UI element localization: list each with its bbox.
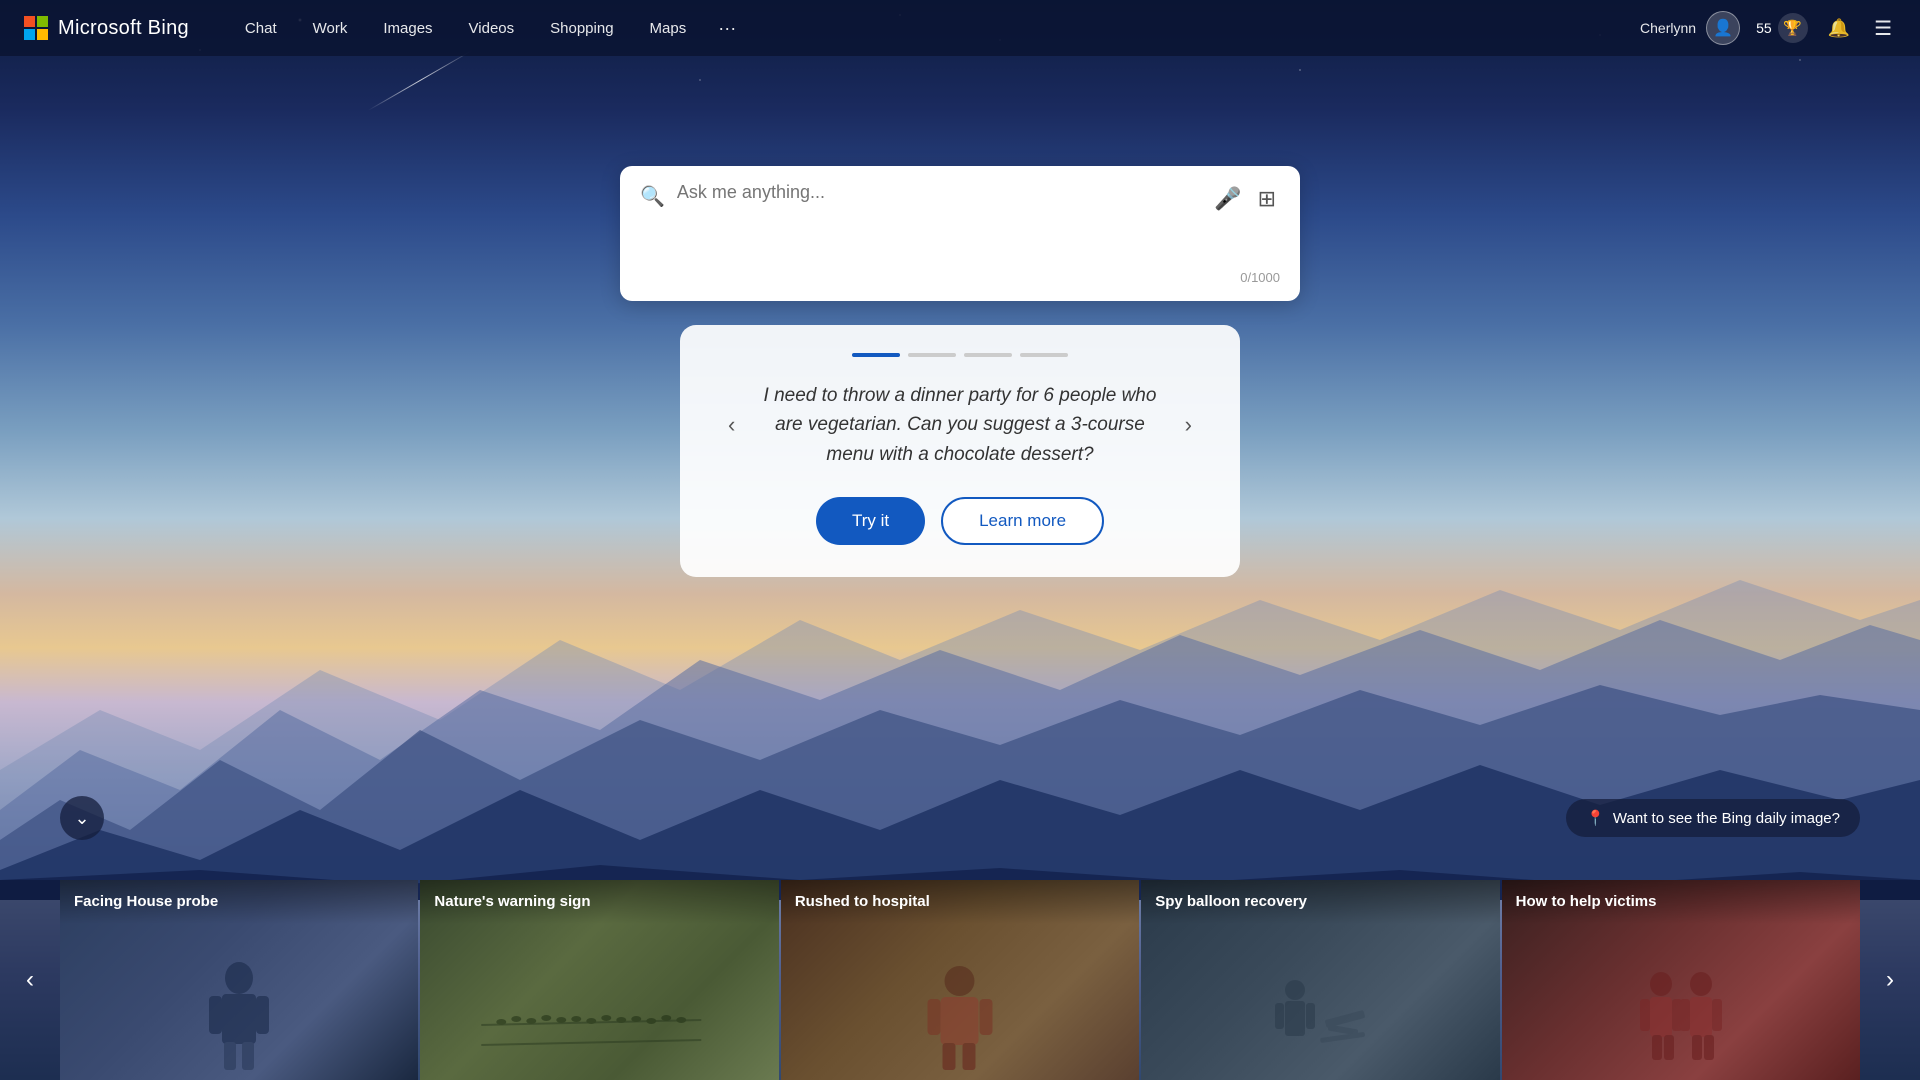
news-card-1-figure [204, 960, 274, 1070]
news-card-3-title: Rushed to hospital [781, 880, 1139, 924]
suggestion-next-button[interactable]: › [1177, 408, 1200, 442]
chevron-down-icon: ⌄ [74, 808, 89, 829]
ms-logo-green [37, 16, 48, 27]
microphone-button[interactable]: 🎤 [1210, 182, 1245, 216]
news-card-3-figure [923, 965, 998, 1070]
news-card-2-title: Nature's warning sign [420, 880, 778, 924]
nav-shopping[interactable]: Shopping [534, 14, 629, 43]
news-card-4-figure [1270, 975, 1370, 1065]
news-strip: ‹ Facing House probe [0, 880, 1920, 1080]
news-prev-icon: ‹ [26, 966, 34, 994]
image-search-button[interactable]: ⊞ [1254, 182, 1280, 216]
scroll-down-button[interactable]: ⌄ [60, 796, 104, 840]
news-prev-button[interactable]: ‹ [0, 880, 60, 1080]
microsoft-logo [24, 16, 48, 40]
news-card-spy-balloon[interactable]: Spy balloon recovery [1141, 880, 1499, 1080]
navbar-right: Cherlynn 👤 55 🏆 🔔 ☰ [1640, 11, 1896, 45]
news-card-4-title: Spy balloon recovery [1141, 880, 1499, 924]
username-label: Cherlynn [1640, 20, 1696, 36]
hamburger-menu-icon[interactable]: ☰ [1870, 12, 1896, 45]
news-card-natures-warning[interactable]: Nature's warning sign [420, 880, 778, 1080]
search-icon: 🔍 [640, 184, 665, 209]
news-card-1-title: Facing House probe [60, 880, 418, 924]
suggestion-card: ‹ I need to throw a dinner party for 6 p… [680, 325, 1240, 577]
news-card-help-victims[interactable]: How to help victims [1502, 880, 1860, 1080]
suggestion-nav: ‹ I need to throw a dinner party for 6 p… [720, 381, 1200, 469]
ms-logo-red [24, 16, 35, 27]
daily-image-label: Want to see the Bing daily image? [1613, 810, 1840, 827]
nav-maps[interactable]: Maps [634, 14, 703, 43]
nav-more-button[interactable]: ··· [706, 12, 748, 45]
suggestion-text: I need to throw a dinner party for 6 peo… [763, 381, 1156, 469]
trophy-icon: 🏆 [1778, 13, 1808, 43]
daily-image-button[interactable]: 📍 Want to see the Bing daily image? [1566, 799, 1860, 837]
news-card-facing-house-probe[interactable]: Facing House probe [60, 880, 418, 1080]
learn-more-button[interactable]: Learn more [941, 497, 1104, 545]
brand-name: Microsoft Bing [58, 17, 189, 40]
news-next-icon: › [1886, 966, 1894, 994]
news-card-rushed-hospital[interactable]: Rushed to hospital [781, 880, 1139, 1080]
main-nav: Chat Work Images Videos Shopping Maps ··… [229, 12, 1640, 45]
dot-1 [852, 353, 900, 357]
news-card-5-figure [1636, 970, 1726, 1070]
navbar: Microsoft Bing Chat Work Images Videos S… [0, 0, 1920, 56]
rewards-badge[interactable]: 55 🏆 [1756, 13, 1808, 43]
news-cards: Facing House probe [60, 880, 1860, 1080]
dot-2 [908, 353, 956, 357]
ms-logo-blue [24, 29, 35, 40]
dot-3 [964, 353, 1012, 357]
avatar: 👤 [1706, 11, 1740, 45]
suggestion-prev-button[interactable]: ‹ [720, 408, 743, 442]
search-box: 🔍 🎤 ⊞ 0/1000 [620, 166, 1300, 301]
dot-4 [1020, 353, 1068, 357]
brand-logo[interactable]: Microsoft Bing [24, 16, 189, 40]
nav-chat[interactable]: Chat [229, 14, 293, 43]
nav-videos[interactable]: Videos [453, 14, 531, 43]
news-card-5-title: How to help victims [1502, 880, 1860, 924]
search-actions: 🎤 ⊞ [1210, 182, 1280, 216]
location-icon: 📍 [1586, 809, 1605, 827]
search-inner: 🔍 🎤 ⊞ [640, 182, 1280, 262]
try-it-button[interactable]: Try it [816, 497, 925, 545]
news-next-button[interactable]: › [1860, 880, 1920, 1080]
notifications-bell-icon[interactable]: 🔔 [1824, 14, 1854, 43]
search-input[interactable] [677, 182, 1198, 262]
ms-logo-yellow [37, 29, 48, 40]
bottom-controls: ⌄ 📍 Want to see the Bing daily image? [0, 796, 1920, 840]
nav-images[interactable]: Images [367, 14, 448, 43]
progress-indicator [852, 353, 1068, 357]
user-profile[interactable]: Cherlynn 👤 [1640, 11, 1740, 45]
points-value: 55 [1756, 20, 1772, 36]
nav-work[interactable]: Work [297, 14, 364, 43]
char-count: 0/1000 [640, 270, 1280, 285]
suggestion-buttons: Try it Learn more [816, 497, 1104, 545]
news-card-2-figure [430, 990, 753, 1060]
